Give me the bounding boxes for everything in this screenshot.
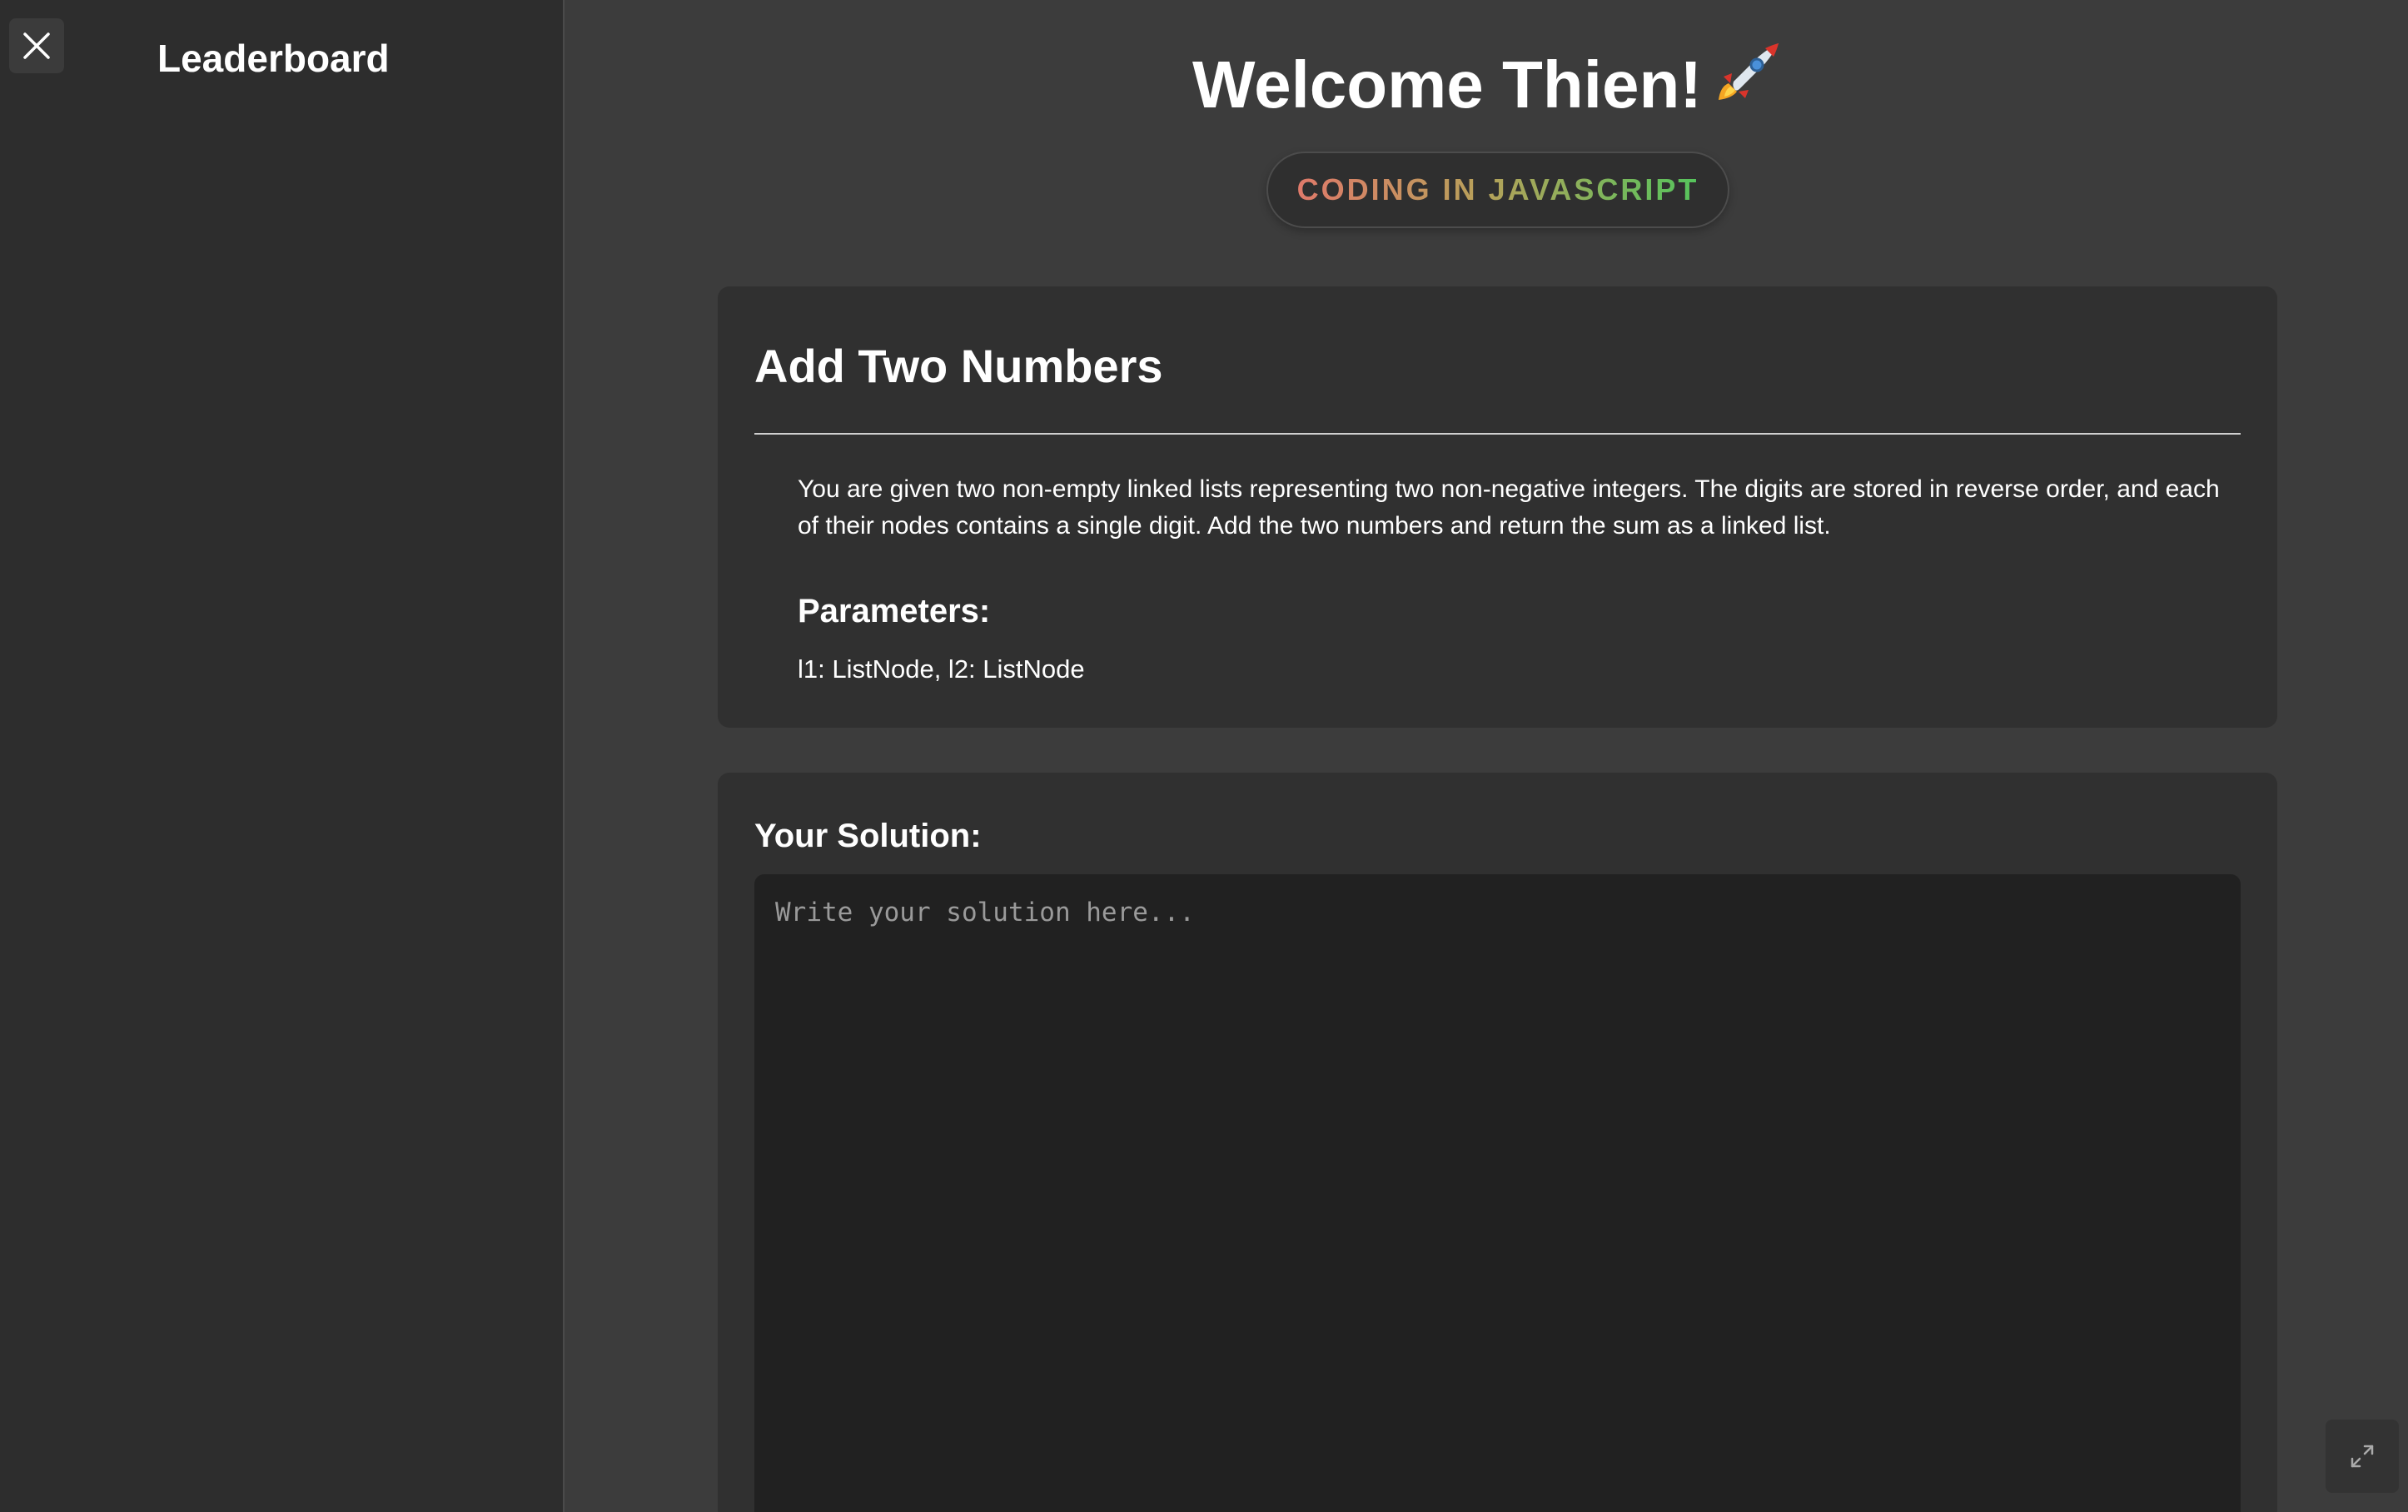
sidebar-title: Leaderboard <box>157 37 390 80</box>
parameters-value: l1: ListNode, l2: ListNode <box>798 654 1085 684</box>
expand-icon <box>2351 1445 2374 1468</box>
welcome-heading: Welcome Thien! <box>566 42 2408 134</box>
close-sidebar-button[interactable] <box>9 18 64 73</box>
language-badge-label: CODING IN JAVASCRIPT <box>1296 172 1699 206</box>
problem-description: You are given two non-empty linked lists… <box>798 475 2220 540</box>
rocket-icon <box>1714 40 1782 129</box>
welcome-text: Welcome Thien! <box>1192 47 1702 122</box>
problem-card: Add Two Numbers You are given two non-em… <box>718 286 2277 728</box>
language-badge: CODING IN JAVASCRIPT <box>1266 152 1729 228</box>
close-icon <box>23 32 50 59</box>
sidebar: Leaderboard <box>0 0 565 1512</box>
problem-title: Add Two Numbers <box>754 340 1163 392</box>
solution-card: Your Solution: <box>718 773 2277 1512</box>
main-content: Welcome Thien! CODING IN JAVASCRIPT Add … <box>566 0 2408 1512</box>
solution-code-editor[interactable] <box>754 874 2241 1512</box>
divider <box>754 433 2241 435</box>
expand-button[interactable] <box>2326 1420 2399 1493</box>
parameters-heading: Parameters: <box>798 593 991 629</box>
app: Leaderboard Welcome Thien! CODING IN JAV… <box>0 0 2408 1512</box>
solution-heading: Your Solution: <box>754 818 982 854</box>
